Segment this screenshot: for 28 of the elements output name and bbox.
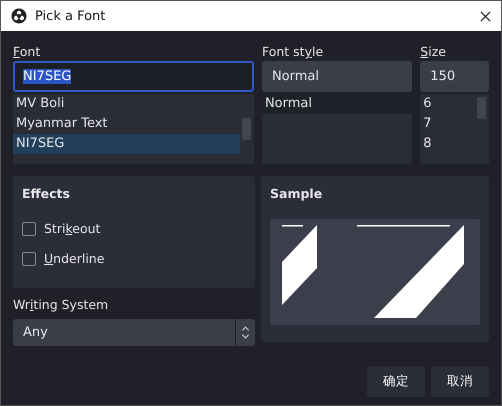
writing-system-dropdown[interactable]: Any	[13, 319, 255, 346]
app-logo-icon	[11, 8, 27, 24]
size-label: Size	[420, 43, 447, 61]
font-style-list-item[interactable]: Normal	[262, 94, 412, 114]
font-style-label: Font style	[262, 43, 324, 61]
font-label: Font	[13, 43, 42, 61]
window-title: Pick a Font	[35, 8, 106, 24]
checkbox-label[interactable]: Strikeout	[44, 221, 100, 236]
font-list-item[interactable]: NI7SEG	[13, 134, 240, 154]
sample-title: Sample	[270, 186, 324, 203]
checkbox[interactable]	[22, 252, 36, 266]
size-input-field[interactable]: 150	[420, 61, 489, 92]
close-icon[interactable]	[480, 10, 491, 22]
checkbox-label[interactable]: Underline	[44, 251, 104, 266]
effects-title: Effects	[22, 186, 71, 203]
size-list-item[interactable]: 8	[420, 134, 489, 154]
font-style-input-field[interactable]: Normal	[262, 61, 412, 92]
font-input-field[interactable]: NI7SEG	[13, 61, 254, 92]
font-list-item[interactable]: Myanmar Text	[13, 114, 254, 134]
scrollbar-thumb[interactable]	[477, 97, 486, 119]
size-list-item[interactable]: 6	[420, 94, 489, 114]
font-list-item[interactable]: MV Boli	[13, 94, 254, 114]
dialog-button[interactable]: 确定	[367, 366, 425, 397]
checkbox[interactable]	[22, 222, 36, 236]
dialog-button[interactable]: 取消	[431, 366, 489, 397]
scrollbar-thumb[interactable]	[242, 118, 251, 140]
size-list-item[interactable]: 7	[420, 114, 489, 134]
writing-system-label: Writing System	[13, 296, 110, 314]
